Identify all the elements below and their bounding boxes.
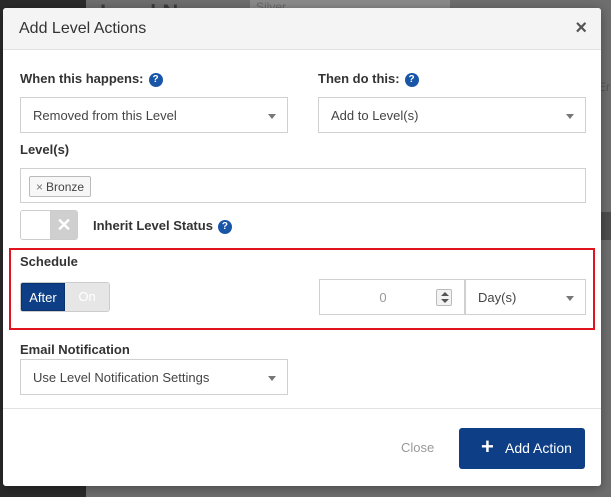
- level-tag-label: Bronze: [46, 180, 85, 194]
- remove-tag-icon[interactable]: ×: [36, 180, 43, 194]
- action-label: Then do this:?: [318, 71, 419, 87]
- schedule-mode-toggle: After On: [20, 282, 110, 312]
- schedule-unit-select[interactable]: Day(s): [465, 279, 586, 315]
- schedule-label: Schedule: [20, 254, 78, 269]
- schedule-unit-value: Day(s): [478, 290, 517, 305]
- chevron-down-icon: [566, 296, 574, 301]
- email-notification-value: Use Level Notification Settings: [33, 370, 210, 385]
- close-button[interactable]: Close: [401, 440, 434, 455]
- x-icon: ✕: [51, 211, 77, 239]
- chevron-down-icon: [268, 114, 276, 119]
- schedule-amount-input[interactable]: 0: [319, 279, 465, 315]
- close-icon[interactable]: ×: [575, 18, 587, 38]
- spinner-down-icon[interactable]: [441, 299, 449, 303]
- add-action-label: Add Action: [505, 440, 572, 456]
- schedule-after-option[interactable]: After: [21, 283, 66, 311]
- action-selected-value: Add to Level(s): [331, 108, 419, 123]
- action-select[interactable]: Add to Level(s): [318, 97, 586, 133]
- email-notification-select[interactable]: Use Level Notification Settings: [20, 359, 288, 395]
- levels-label: Level(s): [20, 142, 70, 157]
- inherit-level-status-toggle[interactable]: ✕: [20, 210, 78, 240]
- toggle-knob: [21, 211, 51, 239]
- inherit-label: Inherit Level Status?: [93, 218, 232, 234]
- schedule-on-option[interactable]: On: [65, 283, 109, 311]
- add-level-actions-modal: Add Level Actions × When this happens:? …: [3, 8, 601, 486]
- action-help-icon[interactable]: ?: [404, 73, 419, 87]
- footer-divider: [3, 408, 601, 409]
- levels-tag-input[interactable]: × Bronze: [20, 168, 586, 203]
- chevron-down-icon: [566, 114, 574, 119]
- chevron-down-icon: [268, 376, 276, 381]
- add-action-button[interactable]: + Add Action: [459, 428, 585, 469]
- trigger-select[interactable]: Removed from this Level: [20, 97, 288, 133]
- trigger-help-icon[interactable]: ?: [148, 73, 163, 87]
- email-notification-label: Email Notification: [20, 342, 130, 357]
- schedule-amount-value: 0: [379, 290, 387, 305]
- modal-title: Add Level Actions: [19, 20, 147, 37]
- trigger-label: When this happens:?: [20, 71, 163, 87]
- spinner-icon[interactable]: [436, 289, 452, 306]
- action-label-text: Then do this:: [318, 71, 400, 86]
- modal-header: Add Level Actions ×: [3, 8, 601, 50]
- spinner-up-icon[interactable]: [441, 292, 449, 296]
- plus-icon: +: [481, 434, 494, 459]
- trigger-selected-value: Removed from this Level: [33, 108, 177, 123]
- level-tag: × Bronze: [29, 176, 92, 197]
- inherit-label-text: Inherit Level Status: [93, 218, 213, 233]
- inherit-help-icon[interactable]: ?: [217, 220, 232, 234]
- trigger-label-text: When this happens:: [20, 71, 144, 86]
